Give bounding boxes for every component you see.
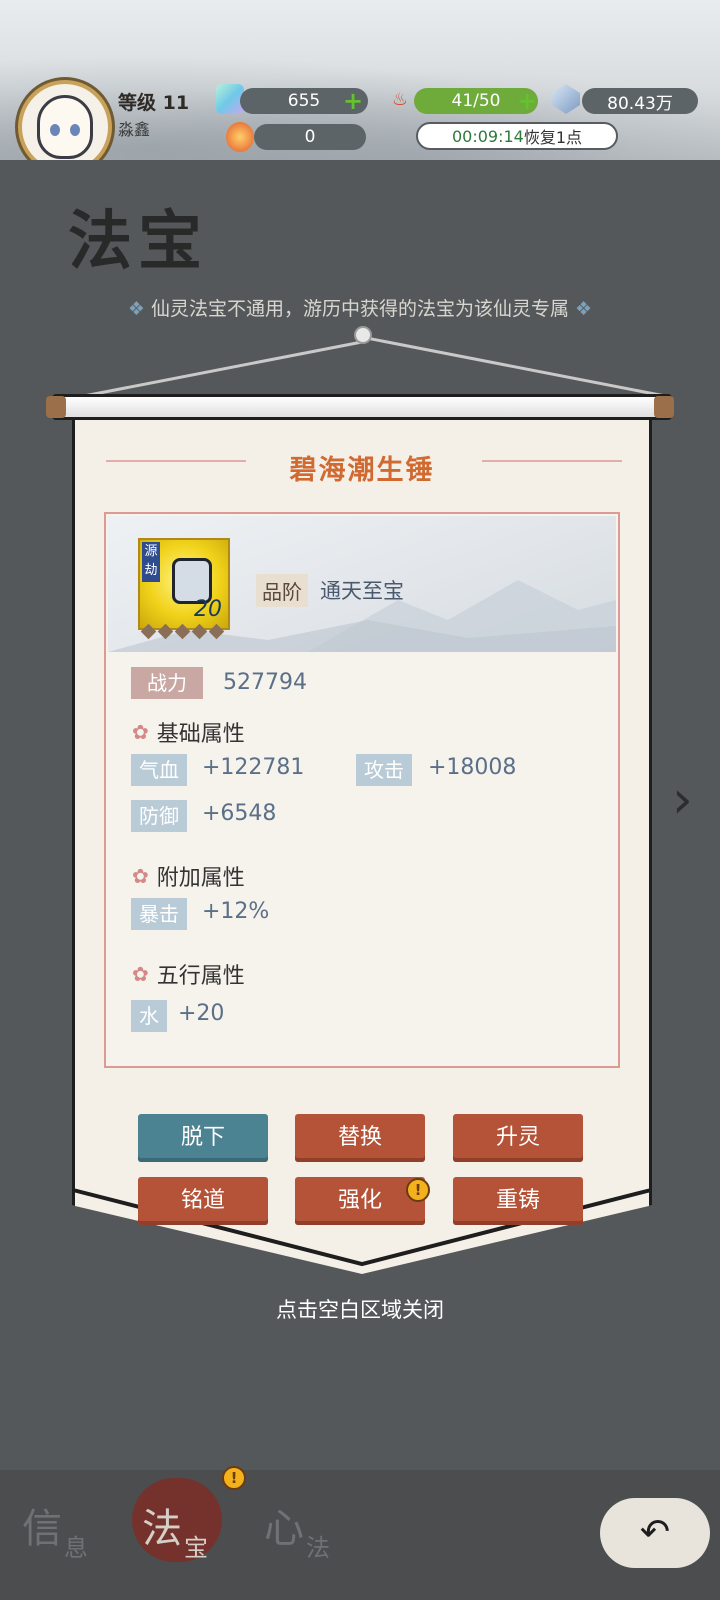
attr-hp-label: 气血	[131, 754, 187, 786]
treasure-name: 碧海潮生锤	[289, 455, 435, 486]
attr-def-value: +6548	[202, 801, 277, 826]
tab-treasure-main: 法	[142, 1506, 182, 1552]
flower-icon: ✿	[132, 864, 149, 888]
power-label: 战力	[131, 667, 203, 699]
recovery-time: 00:09:14	[451, 126, 524, 146]
attr-crit-value: +12%	[202, 899, 270, 924]
diamond-right-icon: ❖	[569, 298, 593, 320]
tab-heart-sub: 法	[306, 1534, 330, 1562]
star-diamond-icon	[208, 623, 225, 640]
star-diamond-icon	[157, 623, 174, 640]
section-element-title: 五行属性	[156, 964, 245, 989]
section-base-title: 基础属性	[156, 722, 245, 747]
fire-orb-icon	[226, 122, 254, 152]
unequip-button[interactable]: 脱下	[138, 1114, 268, 1162]
treasure-tab-alert-icon: !	[222, 1466, 246, 1490]
treasure-level: 20	[194, 597, 222, 622]
section-element-attributes: ✿ 五行属性	[132, 958, 245, 990]
player-level: 等级 11	[118, 92, 190, 114]
star-diamond-icon	[191, 623, 208, 640]
attr-atk-value: +18008	[428, 755, 517, 780]
back-button[interactable]: ↶	[600, 1498, 710, 1568]
reforge-button[interactable]: 重铸	[453, 1177, 583, 1225]
attr-crit-label: 暴击	[131, 898, 187, 930]
inscribe-button[interactable]: 铭道	[138, 1177, 268, 1225]
tab-info-main: 信	[22, 1506, 62, 1552]
enhance-button[interactable]: 强化	[295, 1177, 425, 1225]
attr-atk-label: 攻击	[356, 754, 412, 786]
attr-hp-value: +122781	[202, 755, 305, 780]
orb-amount: 0	[254, 124, 366, 150]
treasure-origin-tag: 源劫	[142, 542, 160, 582]
star-diamond-icon	[140, 623, 157, 640]
recovery-label: 恢复1点	[523, 128, 583, 147]
grade-label: 品阶	[256, 574, 308, 607]
attr-water-value: +20	[178, 1001, 225, 1026]
scroll-rod-cap-right	[654, 396, 674, 418]
star-diamond-icon	[174, 623, 191, 640]
tab-treasure-sub: 宝	[184, 1534, 208, 1562]
avatar-face-icon	[37, 95, 93, 159]
grade-value: 通天至宝	[320, 579, 404, 603]
attr-def-label: 防御	[131, 800, 187, 832]
page-hint: ❖ 仙灵法宝不通用，游历中获得的法宝为该仙灵专属 ❖	[50, 294, 670, 321]
page-hint-text: 仙灵法宝不通用，游历中获得的法宝为该仙灵专属	[150, 298, 569, 320]
stamina-flame-icon: ♨	[391, 88, 409, 110]
scroll-rod-cap-left	[46, 396, 66, 418]
next-arrow-icon[interactable]: ›	[672, 770, 712, 830]
power-value: 527794	[223, 670, 307, 695]
diamond-left-icon: ❖	[127, 298, 151, 320]
stamina-recovery-timer: 00:09:14 恢复1点	[416, 122, 618, 150]
section-extra-attributes: ✿ 附加属性	[132, 860, 245, 892]
player-name: 淼鑫	[118, 120, 151, 139]
section-base-attributes: ✿ 基础属性	[132, 716, 245, 748]
section-extra-title: 附加属性	[156, 866, 245, 891]
tab-info-sub: 息	[64, 1534, 88, 1562]
flower-icon: ✿	[132, 720, 149, 744]
add-jade-button[interactable]: +	[342, 89, 364, 113]
page-title: 法宝	[68, 204, 208, 279]
enhance-alert-icon: !	[406, 1178, 430, 1202]
scroll-rod	[52, 394, 672, 420]
tab-heart-main: 心	[264, 1506, 304, 1552]
add-stamina-button[interactable]: +	[516, 89, 538, 113]
replace-button[interactable]: 替换	[295, 1114, 425, 1162]
close-hint[interactable]: 点击空白区域关闭	[0, 1294, 720, 1324]
treasure-star-rating	[140, 623, 230, 640]
tab-heart-method[interactable]: 心法	[264, 1496, 330, 1562]
attr-water-label: 水	[131, 1000, 167, 1032]
ascend-button[interactable]: 升灵	[453, 1114, 583, 1162]
string-knot-icon	[354, 326, 372, 344]
back-arrow-icon: ↶	[639, 1512, 671, 1553]
treasure-hammer-icon[interactable]: 源劫 20	[138, 538, 230, 630]
tab-info[interactable]: 信息	[22, 1496, 88, 1562]
spirit-stone-amount: 80.43万	[582, 88, 698, 114]
flower-icon: ✿	[132, 962, 149, 986]
tab-treasure[interactable]: 法宝	[142, 1496, 208, 1562]
